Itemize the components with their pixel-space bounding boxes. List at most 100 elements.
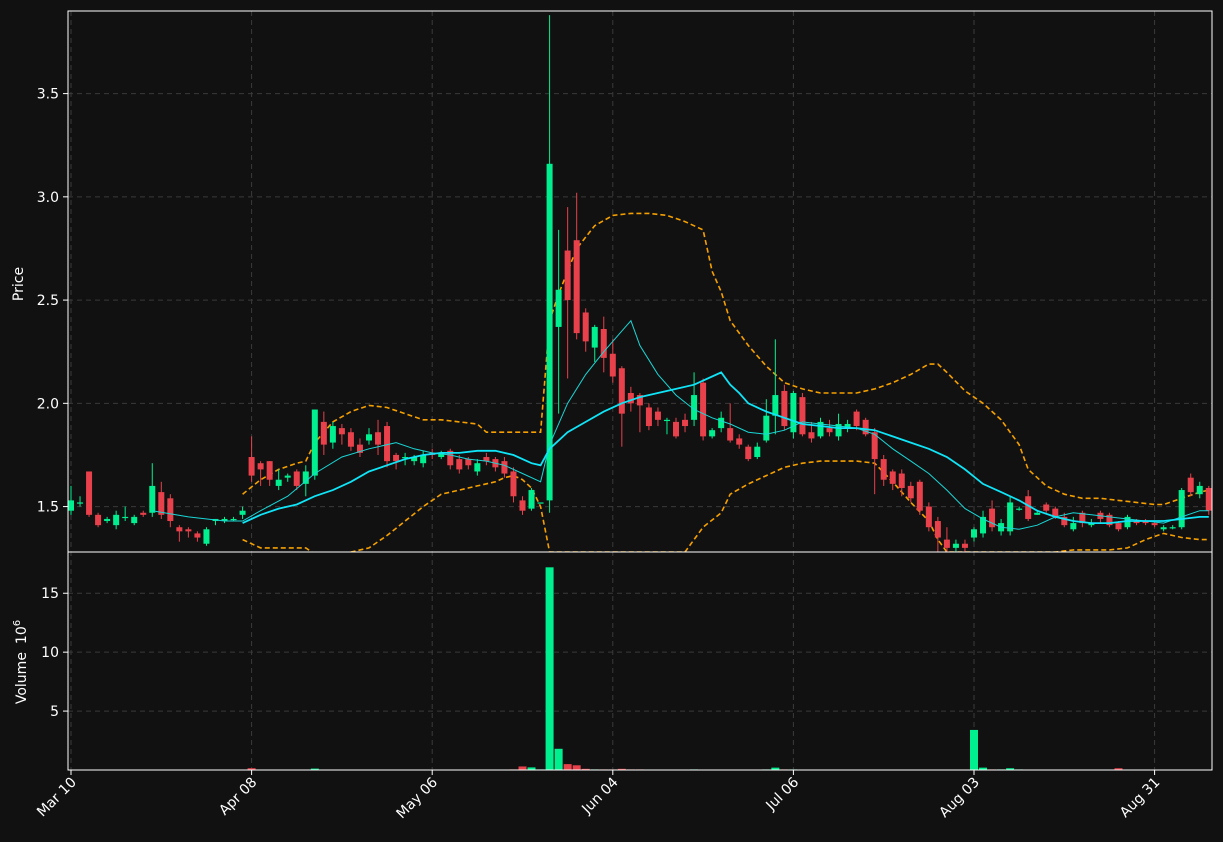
volume-tick-label: 15 xyxy=(41,586,59,602)
candle-body xyxy=(1070,523,1077,530)
price-tick-label: 2.0 xyxy=(37,396,59,412)
candle-body xyxy=(609,353,616,377)
candle-body xyxy=(555,289,562,327)
candle xyxy=(1106,512,1113,528)
price-tick-label: 1.5 xyxy=(37,500,59,516)
candle-body xyxy=(347,432,354,447)
candle-body xyxy=(573,240,580,334)
candle-body xyxy=(673,421,680,437)
candle xyxy=(745,444,752,462)
candle-body xyxy=(907,485,914,499)
chart-background xyxy=(0,0,1223,842)
candle-body xyxy=(736,438,743,445)
candle-body xyxy=(167,498,174,522)
candle-body xyxy=(754,446,761,458)
candle-body xyxy=(853,411,860,427)
candle-body xyxy=(194,533,201,538)
candle-body xyxy=(320,421,327,445)
candle-body xyxy=(465,459,472,466)
candle-body xyxy=(113,514,120,526)
candle-body xyxy=(257,463,264,470)
candle-body xyxy=(916,481,923,511)
volume-tick-label: 5 xyxy=(50,704,59,720)
candle-body xyxy=(709,430,716,437)
candle-body xyxy=(474,463,481,472)
candle-body xyxy=(537,502,544,504)
candle-body xyxy=(826,428,833,433)
candle-body xyxy=(1196,485,1203,495)
candle-body xyxy=(176,527,183,532)
candle-body xyxy=(140,512,147,515)
candle-body xyxy=(275,479,282,486)
candle-body xyxy=(591,326,598,348)
volume-bar xyxy=(563,764,572,770)
candle-body xyxy=(122,516,129,519)
candle-body xyxy=(239,510,246,515)
volume-bar xyxy=(518,766,527,770)
candle xyxy=(203,527,210,546)
candle-body xyxy=(149,485,156,513)
candle xyxy=(790,390,797,439)
candle-body xyxy=(284,475,291,478)
candle-body xyxy=(1115,523,1122,530)
candle-body xyxy=(645,407,652,427)
candle-body xyxy=(1187,477,1194,493)
candle-body xyxy=(456,459,463,470)
volume-axis-label-text: Volume xyxy=(14,652,30,704)
candle-body xyxy=(1016,508,1023,510)
candle-body xyxy=(293,471,300,486)
candle-body xyxy=(781,390,788,427)
candle xyxy=(700,378,707,441)
candle-body xyxy=(519,500,526,511)
volume-tick-label: 10 xyxy=(41,645,59,661)
candle-body xyxy=(203,529,210,544)
candle-body xyxy=(600,328,607,358)
candle-body xyxy=(925,506,932,528)
volume-axis-exponent-power: 6 xyxy=(12,620,23,626)
candle-body xyxy=(68,500,74,511)
candle-body xyxy=(745,446,752,460)
candle-body xyxy=(384,426,391,462)
candle-body xyxy=(961,543,968,548)
stock-chart: 1.52.02.53.03.551015Mar 10 Apr 08 May 06 Ju… xyxy=(0,0,1223,842)
candle xyxy=(1178,487,1185,530)
volume-bar xyxy=(572,765,581,770)
candle xyxy=(86,471,93,517)
volume-bar xyxy=(545,567,554,770)
volume-bar xyxy=(554,748,563,770)
price-axis-label: Price xyxy=(11,267,27,301)
candle-body xyxy=(1034,512,1041,515)
candle-body xyxy=(266,461,273,480)
candle-body xyxy=(1205,487,1212,511)
candle xyxy=(95,512,102,528)
candle-body xyxy=(1178,490,1185,528)
candle-body xyxy=(311,409,318,476)
candle-body xyxy=(934,521,941,538)
price-tick-label: 3.5 xyxy=(37,87,59,103)
candle-body xyxy=(952,543,959,548)
candle-body xyxy=(86,471,93,515)
candle xyxy=(916,479,923,515)
candle-body xyxy=(104,518,111,522)
candle xyxy=(925,502,932,532)
candle-body xyxy=(772,395,779,416)
candle-body xyxy=(393,454,400,462)
candle-body xyxy=(248,457,255,476)
candle-body xyxy=(682,419,689,427)
candle xyxy=(528,487,535,511)
candle-body xyxy=(131,516,138,524)
candle xyxy=(799,393,806,437)
volume-bar xyxy=(970,729,978,770)
candle-body xyxy=(654,411,661,420)
candle-body xyxy=(718,417,725,429)
candle-body xyxy=(375,432,382,445)
price-tick-label: 2.5 xyxy=(37,293,59,309)
candle-body xyxy=(501,461,508,474)
candle-body xyxy=(564,250,571,301)
candle-body xyxy=(1160,527,1167,530)
candle-body xyxy=(95,514,102,526)
candle-body xyxy=(582,312,589,342)
candle xyxy=(862,417,869,437)
candle-body xyxy=(799,397,806,435)
candle-body xyxy=(365,434,372,441)
